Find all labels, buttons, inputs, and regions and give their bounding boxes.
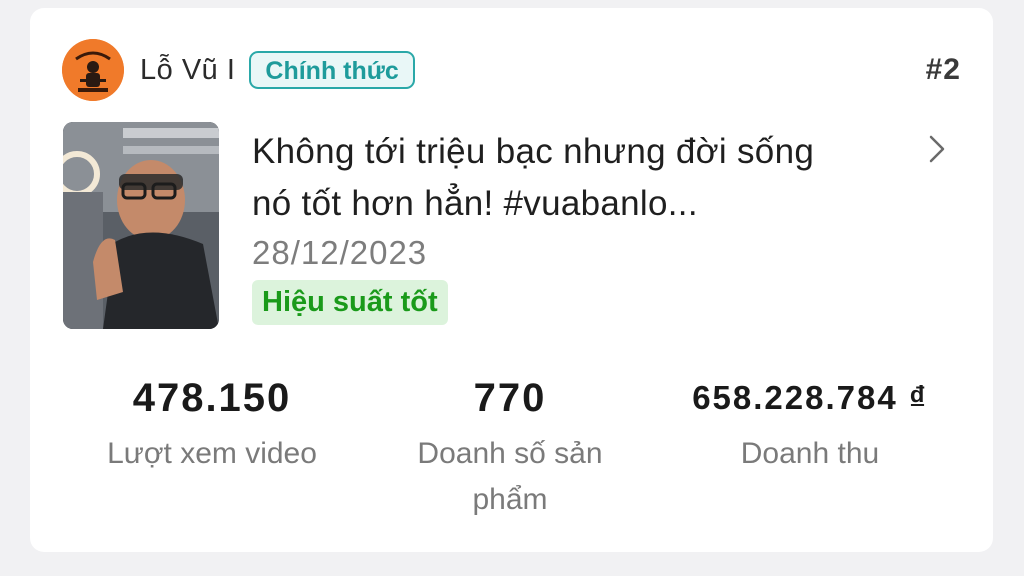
stat-revenue-value: 658.228.784 ₫ (692, 379, 928, 416)
creator-avatar[interactable] (62, 39, 124, 101)
video-title[interactable]: Không tới triệu bạc nhưng đời sống nó tố… (252, 126, 912, 230)
stat-revenue-label: Doanh thu (740, 437, 880, 470)
stat-views-label: Lượt xem video (107, 437, 317, 470)
video-title-line-1: Không tới triệu bạc nhưng đời sống (252, 132, 815, 171)
chevron-right-icon[interactable] (926, 134, 948, 164)
video-thumbnail[interactable] (63, 122, 219, 329)
stat-views-value: 478.150 (132, 376, 292, 420)
performance-tag: Hiệu suất tốt (252, 280, 448, 325)
stat-sales: 770 Doanh số sản phẩm (380, 373, 640, 523)
video-date: 28/12/2023 (252, 234, 428, 271)
stats-row: 478.150 Lượt xem video 770 Doanh số sản … (30, 373, 993, 533)
stat-views: 478.150 Lượt xem video (62, 373, 362, 477)
card-header: Lỗ Vũ I Chính thức #2 (62, 38, 961, 102)
avatar-illustration (62, 39, 124, 101)
thumbnail-image (63, 122, 219, 329)
video-title-line-2: nó tốt hơn hẳn! #vuabanlo... (252, 184, 698, 223)
stat-sales-label: Doanh số sản phẩm (417, 437, 603, 516)
official-badge: Chính thức (249, 51, 415, 89)
video-performance-card[interactable]: Lỗ Vũ I Chính thức #2 Không tới triệu bạ… (30, 8, 993, 552)
stat-revenue: 658.228.784 ₫ Doanh thu (660, 373, 960, 477)
video-info[interactable]: Không tới triệu bạc nhưng đời sống nó tố… (252, 126, 912, 325)
rank-label: #2 (925, 53, 961, 86)
stat-sales-value: 770 (473, 376, 547, 420)
creator-name[interactable]: Lỗ Vũ I (140, 54, 235, 87)
